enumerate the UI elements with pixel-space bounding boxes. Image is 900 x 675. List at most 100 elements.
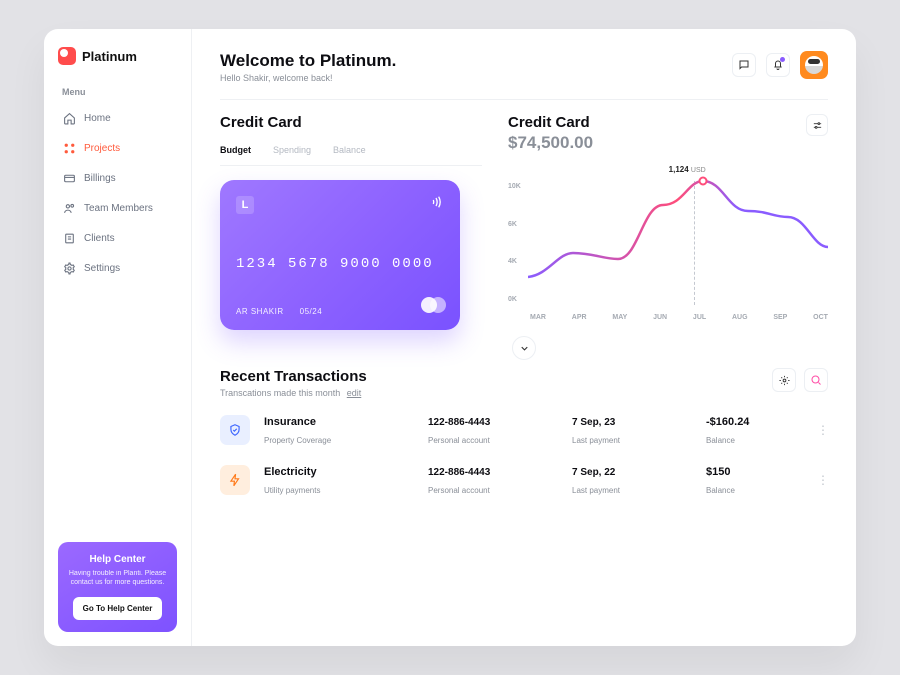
tx-more-button[interactable]: ⋮ [817, 423, 828, 437]
chart-svg [528, 175, 828, 295]
card-expiry: 05/24 [300, 307, 323, 316]
page-title: Welcome to Platinum. [220, 51, 396, 71]
user-avatar[interactable] [800, 51, 828, 79]
transactions-subtitle-text: Transcations made this month [220, 388, 340, 398]
balance-amount: $74,500.00 [508, 133, 828, 153]
sidebar-item-label: Billings [84, 173, 116, 184]
credit-card-visual: L 1234 5678 9000 0000 AR SHAKIR 05/24 [220, 180, 460, 330]
tab-balance[interactable]: Balance [333, 145, 366, 155]
sidebar-item-label: Team Members [84, 203, 153, 214]
card-icon [62, 171, 76, 185]
section-title: Credit Card [508, 114, 828, 131]
transactions-search-button[interactable] [804, 368, 828, 392]
section-title: Credit Card [220, 114, 482, 131]
card-chip-icon: L [236, 196, 254, 214]
contactless-icon [430, 194, 446, 215]
sidebar-item-projects[interactable]: Projects [58, 135, 177, 161]
messages-button[interactable] [732, 53, 756, 77]
notification-dot [780, 57, 785, 62]
shield-icon [220, 415, 250, 445]
tx-name: Insurance [264, 416, 316, 428]
app-window: Platinum Menu Home Projects Billings Tea… [44, 29, 856, 646]
credit-card-panel: Credit Card Budget Spending Balance L 12… [220, 114, 482, 330]
tx-account: 122-886-4443 [428, 417, 490, 428]
chart-y-axis: 10K 6K 4K 0K [508, 183, 521, 303]
tx-account: 122-886-4443 [428, 467, 490, 478]
x-tick: SEP [773, 314, 787, 321]
x-tick: MAY [612, 314, 627, 321]
sidebar-item-billings[interactable]: Billings [58, 165, 177, 191]
transactions-title: Recent Transactions [220, 368, 367, 385]
client-icon [62, 231, 76, 245]
users-icon [62, 201, 76, 215]
chat-icon [738, 59, 750, 71]
x-tick: MAR [530, 314, 546, 321]
gear-icon [62, 261, 76, 275]
mastercard-icon [421, 297, 446, 318]
transaction-row: Electricity Utility payments 122-886-4443… [220, 462, 828, 498]
tx-date: 7 Sep, 23 [572, 417, 615, 428]
sidebar-item-label: Home [84, 113, 111, 124]
card-tabs: Budget Spending Balance [220, 145, 482, 155]
tx-amount-label: Balance [706, 436, 735, 445]
x-tick: AUG [732, 314, 748, 321]
logo-icon [58, 47, 76, 65]
sidebar-item-team[interactable]: Team Members [58, 195, 177, 221]
help-center-card: Help Center Having trouble in Planti. Pl… [58, 542, 177, 632]
chart-filter-button[interactable] [806, 114, 828, 136]
x-tick: JUL [693, 314, 706, 321]
main-content: Welcome to Platinum. Hello Shakir, welco… [192, 29, 856, 646]
balance-chart: 1,124 USD 10K 6K 4K 0K [508, 161, 828, 321]
tx-amount: $150 [706, 466, 730, 478]
brand-logo[interactable]: Platinum [58, 47, 177, 65]
chevron-down-icon [519, 343, 530, 354]
transactions-list: Insurance Property Coverage 122-886-4443 P… [220, 412, 828, 498]
transaction-row: Insurance Property Coverage 122-886-4443 P… [220, 412, 828, 448]
tooltip-unit: USD [691, 167, 706, 174]
help-body: Having trouble in Planti. Please contact… [68, 569, 167, 587]
sidebar: Platinum Menu Home Projects Billings Tea… [44, 29, 192, 646]
sidebar-item-label: Settings [84, 263, 120, 274]
home-icon [62, 111, 76, 125]
divider [220, 165, 482, 166]
notifications-button[interactable] [766, 53, 790, 77]
tx-amount: -$160.24 [706, 416, 749, 428]
balance-panel: Credit Card $74,500.00 1,124 USD 10K 6K … [508, 114, 828, 330]
tx-account-label: Personal account [428, 436, 490, 445]
tx-desc: Property Coverage [264, 436, 331, 445]
brand-name: Platinum [82, 49, 137, 64]
sidebar-item-settings[interactable]: Settings [58, 255, 177, 281]
avatar-icon [805, 56, 823, 74]
tx-date: 7 Sep, 22 [572, 467, 615, 478]
section-expand-button[interactable] [512, 336, 536, 360]
tooltip-value: 1,124 [669, 165, 689, 174]
help-cta-button[interactable]: Go To Help Center [73, 597, 163, 620]
y-tick: 4K [508, 258, 521, 265]
sidebar-item-label: Clients [84, 233, 115, 244]
tx-name: Electricity [264, 466, 317, 478]
chart-tooltip: 1,124 USD [669, 165, 706, 174]
y-tick: 10K [508, 183, 521, 190]
card-number: 1234 5678 9000 0000 [236, 256, 444, 272]
chart-x-axis: MAR APR MAY JUN JUL AUG SEP OCT [530, 314, 828, 321]
tab-budget[interactable]: Budget [220, 145, 251, 155]
sidebar-item-clients[interactable]: Clients [58, 225, 177, 251]
menu-heading: Menu [62, 87, 173, 97]
transactions-settings-button[interactable] [772, 368, 796, 392]
tx-desc: Utility payments [264, 486, 320, 495]
x-tick: APR [572, 314, 587, 321]
help-title: Help Center [68, 554, 167, 565]
transactions-header: Recent Transactions Transcations made th… [220, 368, 828, 398]
sliders-icon [812, 120, 823, 131]
transactions-subtitle: Transcations made this month edit [220, 388, 367, 398]
transactions-edit-link[interactable]: edit [347, 388, 362, 398]
tab-spending[interactable]: Spending [273, 145, 311, 155]
sidebar-item-home[interactable]: Home [58, 105, 177, 131]
card-holder: AR SHAKIR [236, 307, 284, 316]
tx-more-button[interactable]: ⋮ [817, 473, 828, 487]
tx-amount-label: Balance [706, 486, 735, 495]
y-tick: 6K [508, 221, 521, 228]
sidebar-nav: Home Projects Billings Team Members Clie… [58, 105, 177, 281]
tx-date-label: Last payment [572, 436, 620, 445]
search-icon [810, 374, 822, 386]
